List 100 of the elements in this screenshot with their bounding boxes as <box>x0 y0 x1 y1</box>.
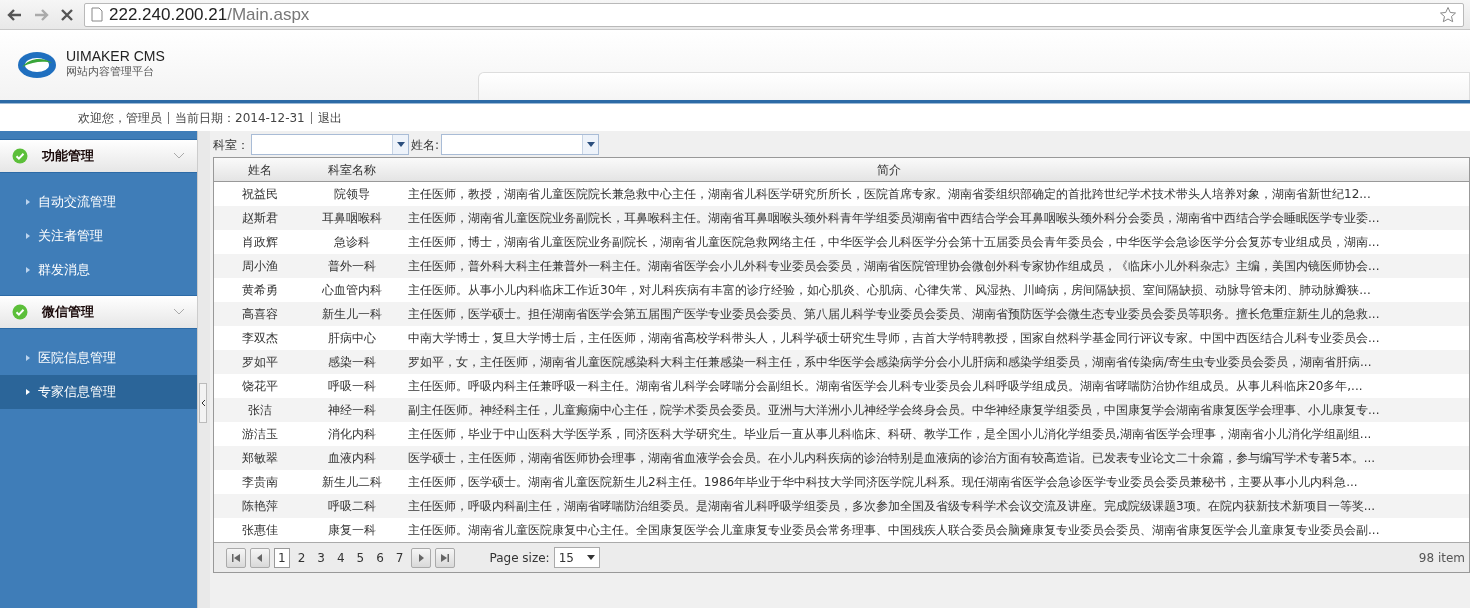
page-number[interactable]: 6 <box>372 547 388 568</box>
sidebar-item[interactable]: 专家信息管理 <box>0 375 197 409</box>
sidebar-item[interactable]: 自动交流管理 <box>0 185 197 219</box>
chevron-icon <box>173 308 185 316</box>
bullet-icon <box>26 389 30 395</box>
chevron-icon <box>173 152 185 160</box>
page-number[interactable]: 2 <box>293 547 310 568</box>
table-cell-text: 李双杰 <box>241 330 279 347</box>
table-cell-text: 主任医师。呼吸内科主任兼呼吸一科主任。湖南省儿科学会哮喘分会副组长。湖南省医学会儿科专业委员会儿科呼吸学组成员。湖南省哮喘防治协作组成员。从事儿科临床20多年,... <box>407 378 1364 395</box>
table-cell-text: 张洁 <box>247 402 273 419</box>
table-cell-text: 饶花平 <box>241 378 279 395</box>
table-cell-text: 游洁玉 <box>241 426 279 443</box>
address-bar[interactable]: 222.240.200.21/Main.aspx <box>84 2 1464 27</box>
page-number[interactable]: 5 <box>352 547 369 568</box>
table-cell-text: 罗如平，女，主任医师，湖南省儿童医院感染科大科主任兼感染一科主任，系中华医学会感染病学分会小儿肝病和感染学组委员，湖南省传染病/寄生虫专业委员会委员，湖南省肝病... <box>407 354 1373 371</box>
column-header[interactable]: 简介 <box>398 160 1469 179</box>
table-cell-text: 主任医师，湖南省儿童医院业务副院长，耳鼻喉科主任。湖南省耳鼻咽喉头颈外科青年学组委员湖南省中西结合学会耳鼻咽喉头颈外科分会委员，湖南省中西结合学会睡眠医学专业委... <box>407 210 1381 227</box>
table-cell-text: 张惠佳 <box>241 522 279 539</box>
table-cell-text: 副主任医师。神经科主任，儿童癫痫中心主任，院学术委员会委员。亚洲与大洋洲小儿神经学会终身会员。中华神经康复学组委员，中国康复学会湖南省康复医学会理事、小儿康复专... <box>407 402 1381 419</box>
table-cell-text: 主任医师，教授，湖南省儿童医院院长兼急救中心主任，湖南省儿科医学研究所所长，医院首席专家。湖南省委组织部确定的首批跨世纪学术技术带头人培养对象，湖南省新世纪12... <box>407 186 1372 203</box>
filter-label: 姓名: <box>411 136 440 154</box>
table-cell-text: 肝病中心 <box>327 330 377 347</box>
page-size-label: Page size: <box>489 549 550 567</box>
table-cell-text: 周小渔 <box>241 258 279 275</box>
url-text: 222.240.200.21/Main.aspx <box>109 3 310 26</box>
table-cell-text: 耳鼻咽喉科 <box>321 210 383 227</box>
previous-page-button[interactable] <box>250 547 270 568</box>
table-cell-text: 李贵南 <box>241 474 279 491</box>
first-page-icon <box>231 552 241 563</box>
brand-name: UIMAKER CMS <box>66 49 165 65</box>
dropdown-icon <box>586 555 595 560</box>
table-cell-text: 主任医师，博士，湖南省儿童医院业务副院长，湖南省儿童医院急救网络主任，中华医学会儿科医学分会第十五届委员会青年委员会，中华医学会急诊医学分会复苏专业组成员，湖南... <box>407 234 1381 251</box>
table-cell-text: 感染一科 <box>327 354 377 371</box>
table-cell-text: 郑敏翠 <box>241 450 279 467</box>
table-cell-text: 医学硕士，主任医师，湖南省医师协会理事，湖南省血液学会会员。在小儿内科疾病的诊治特别是血液病的诊治方面有较高造诣。已发表专业论文二十余篇，参与编写学术专著5本。... <box>407 450 1377 467</box>
combo-field[interactable] <box>251 134 409 155</box>
table-cell-text: 主任医师。湖南省儿童医院康复中心主任。全国康复医学会儿童康复专业委员会常务理事、中国残疾人联合委员会脑瘫康复专业委员会委员、湖南省康复医学会儿童康复专业委员会副... <box>407 522 1381 539</box>
dropdown-icon[interactable] <box>396 142 405 147</box>
group-header[interactable]: 功能管理 <box>0 139 197 173</box>
table-cell-text: 院领导 <box>333 186 371 203</box>
page-size-select[interactable]: 15 <box>553 547 600 568</box>
table-cell-text: 罗如平 <box>241 354 279 371</box>
column-header[interactable]: 科室名称 <box>306 160 398 179</box>
bullet-icon <box>26 267 30 273</box>
item-count: 98 item <box>1418 549 1465 567</box>
current-date: 2014-12-31 <box>235 109 305 127</box>
combo-field[interactable] <box>441 134 600 155</box>
table-cell-text: 呼吸一科 <box>327 378 377 395</box>
table-cell-text: 心血管内科 <box>321 282 383 299</box>
page-icon <box>91 7 103 22</box>
check-icon <box>12 148 28 164</box>
date-label: 当前日期： <box>175 109 235 127</box>
table-cell-text: 康复一科 <box>327 522 377 539</box>
sidebar-item[interactable]: 医院信息管理 <box>0 341 197 375</box>
table-cell-text: 呼吸二科 <box>327 498 377 515</box>
table-cell-text: 普外一科 <box>327 258 377 275</box>
group-title: 功能管理 <box>42 147 94 166</box>
next-page-button[interactable] <box>411 547 432 568</box>
collapse-handle[interactable] <box>199 383 207 423</box>
dropdown-icon[interactable] <box>586 142 595 147</box>
logout-link[interactable]: 退出 <box>317 108 342 127</box>
table-cell-text: 消化内科 <box>327 426 377 443</box>
table-cell-text: 新生儿二科 <box>321 474 383 491</box>
sidebar-item[interactable]: 关注者管理 <box>0 219 197 253</box>
greeting-text: 欢迎您，管理员 <box>78 109 162 127</box>
last-page-button[interactable] <box>435 547 456 568</box>
last-page-icon <box>440 552 451 563</box>
table-cell-text: 新生儿一科 <box>321 306 383 323</box>
page-number[interactable]: 1 <box>274 547 290 568</box>
table-cell-text: 祝益民 <box>241 186 279 203</box>
column-header[interactable]: 姓名 <box>214 160 306 179</box>
bullet-icon <box>26 199 30 205</box>
table-cell-text: 主任医师，医学硕士。湖南省儿童医院新生儿2科主任。1986年毕业于华中科技大学同济医学院儿科系。现任湖南省医学会急诊医学专业委员会委员兼秘书，主要从事小儿内科急... <box>407 474 1359 491</box>
table-cell-text: 中南大学博士，复旦大学博士后，主任医师，湖南省高校学科带头人，儿科学硕士研究生导师，吉首大学特聘教授，国家自然科学基金同行评议专家。中国中西医结合儿科专业委员会... <box>407 330 1381 347</box>
page-number[interactable]: 7 <box>391 547 408 568</box>
sidebar-item[interactable]: 群发消息 <box>0 253 197 287</box>
group-header[interactable]: 微信管理 <box>0 295 197 329</box>
table-cell-text: 主任医师，医学硕士。担任湖南省医学会第五届围产医学专业委员会委员、第八届儿科学专业委员会委员、湖南省预防医学会微生态专业委员会委员等职务。擅长危重症新生儿的急救... <box>407 306 1381 323</box>
filter-label: 科室： <box>213 136 249 154</box>
star-icon[interactable] <box>1439 5 1457 24</box>
table-cell-text: 高喜容 <box>241 306 279 323</box>
table-cell-text: 神经一科 <box>327 402 377 419</box>
table-cell-text: 主任医师。从事小儿内科临床工作近30年，对儿科疾病有丰富的诊疗经验，如心肌炎、心肌病、心律失常、风湿热、川崎病，房间隔缺损、室间隔缺损、动脉导管未闭、肺动脉瓣狭... <box>407 282 1372 299</box>
group-title: 微信管理 <box>42 303 94 322</box>
bullet-icon <box>26 233 30 239</box>
collapse-icon <box>200 399 206 407</box>
first-page-button[interactable] <box>226 547 246 568</box>
table-cell-text: 急诊科 <box>333 234 371 251</box>
table-cell-text: 赵斯君 <box>241 210 279 227</box>
table-cell-text: 主任医师，呼吸内科副主任，湖南省哮喘防治组委员。是湖南省儿科呼吸学组委员，多次参加全国及省级专科学术会议交流及讲座。完成院级课题3项。在院内获新技术新项目一等奖... <box>407 498 1377 515</box>
table-cell-text: 主任医师，毕业于中山医科大学医学系，同济医科大学研究生。毕业后一直从事儿科临床、科研、教学工作，是全国小儿消化学组委员,湖南省医学会理事，湖南省小儿消化学组副组... <box>407 426 1373 443</box>
table-cell-text: 陈艳萍 <box>241 498 279 515</box>
page-number[interactable]: 4 <box>332 547 349 568</box>
check-icon <box>12 304 28 320</box>
table-cell-text: 肖政辉 <box>241 234 279 251</box>
bullet-icon <box>26 355 30 361</box>
table-cell-text: 血液内科 <box>327 450 377 467</box>
brand-subtitle: 网站内容管理平台 <box>66 64 155 81</box>
page-number[interactable]: 3 <box>313 547 329 568</box>
previous-page-icon <box>255 552 265 563</box>
